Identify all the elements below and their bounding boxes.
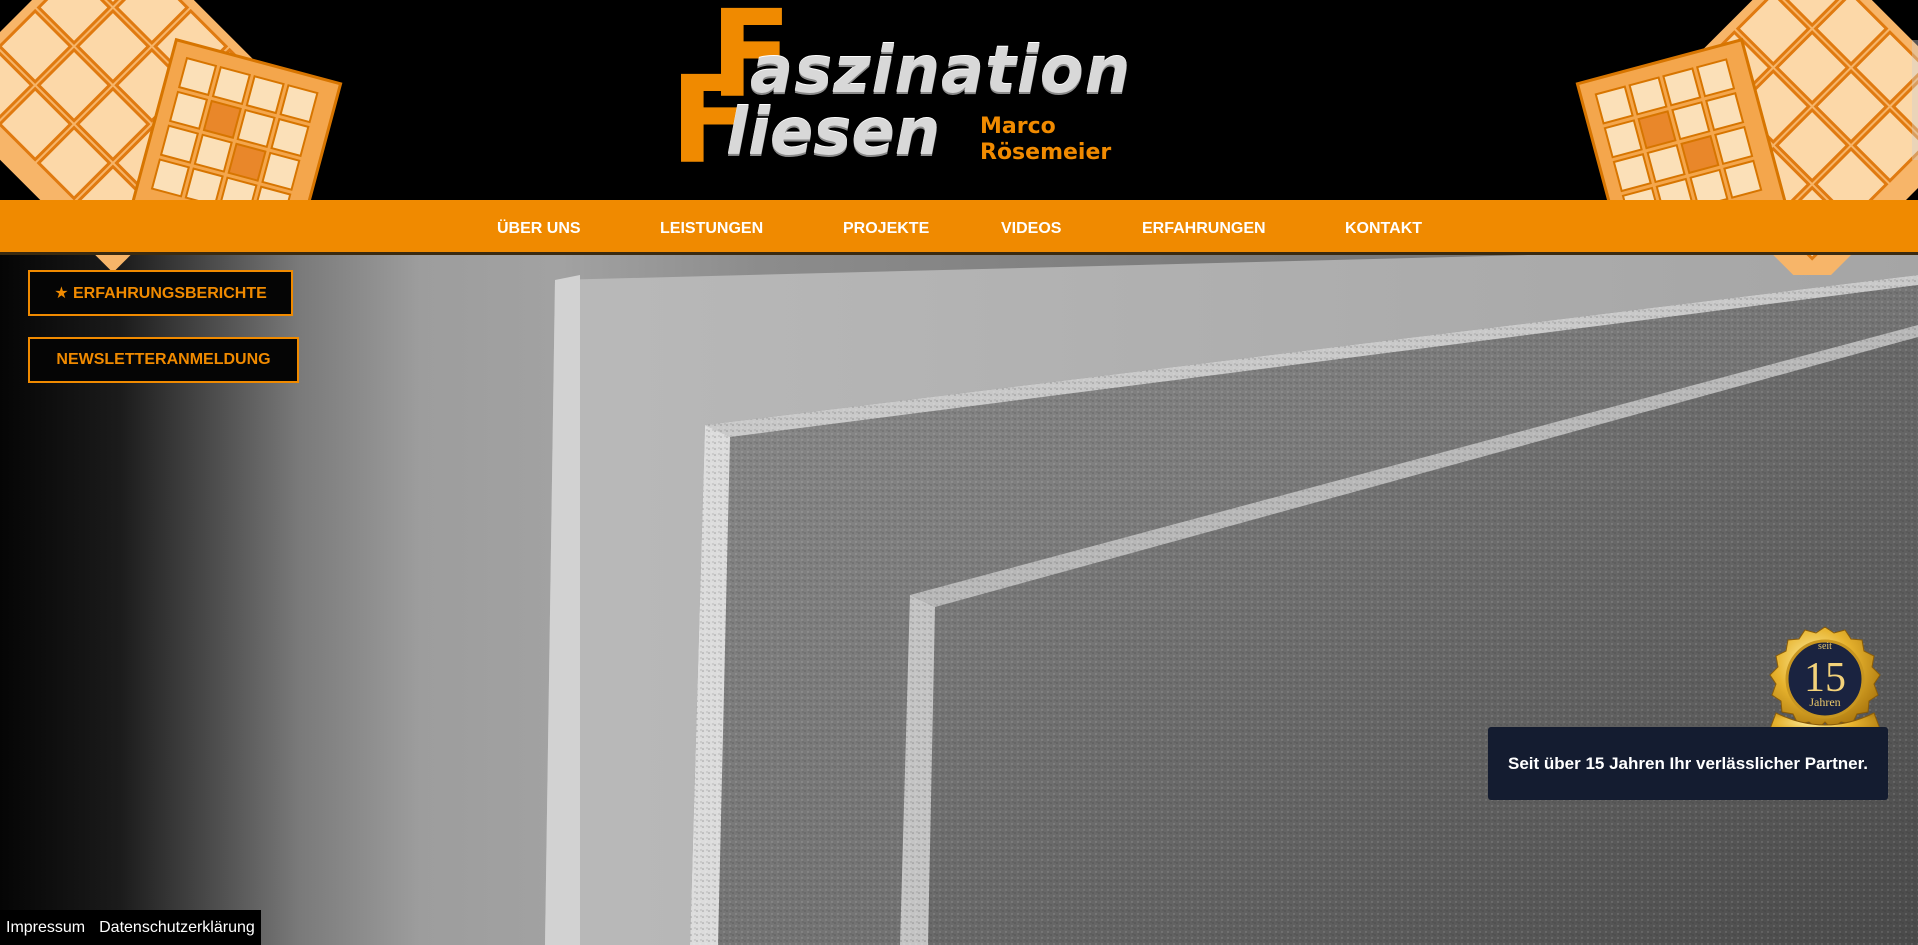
badge-top-text: seit xyxy=(1818,641,1832,652)
logo-word-2: liesen xyxy=(726,96,941,170)
partner-caption: Seit über 15 Jahren Ihr verlässlicher Pa… xyxy=(1488,727,1888,800)
nav-item-kontakt[interactable]: Kontakt xyxy=(1345,200,1422,255)
newsletter-button[interactable]: NEWSLETTERANMELDUNG xyxy=(28,337,299,383)
reviews-button[interactable]: ★ ERFAHRUNGSBERICHTE xyxy=(28,270,293,316)
scrollbar[interactable] xyxy=(1912,40,1918,160)
main-navigation: Über uns Leistungen Projekte Videos Erfa… xyxy=(0,200,1918,255)
imprint-link[interactable]: Impressum xyxy=(6,919,85,937)
logo-owner-first: Marco xyxy=(980,114,1056,139)
nav-item-ueber-uns[interactable]: Über uns xyxy=(497,200,581,255)
nav-item-projekte[interactable]: Projekte xyxy=(843,200,929,255)
site-header: F F aszination liesen Marco Rösemeier xyxy=(0,0,1918,275)
nav-item-leistungen[interactable]: Leistungen xyxy=(660,200,763,255)
badge-bottom-text: Jahren xyxy=(1809,695,1840,709)
logo-owner-last: Rösemeier xyxy=(980,140,1112,165)
footer-links: Impressum Datenschutzerklärung xyxy=(0,910,261,945)
nav-item-videos[interactable]: Videos xyxy=(1001,200,1061,255)
privacy-link[interactable]: Datenschutzerklärung xyxy=(99,919,255,937)
site-logo[interactable]: F F aszination liesen Marco Rösemeier xyxy=(670,0,1170,182)
nav-item-erfahrungen[interactable]: Erfahrungen xyxy=(1142,200,1266,255)
